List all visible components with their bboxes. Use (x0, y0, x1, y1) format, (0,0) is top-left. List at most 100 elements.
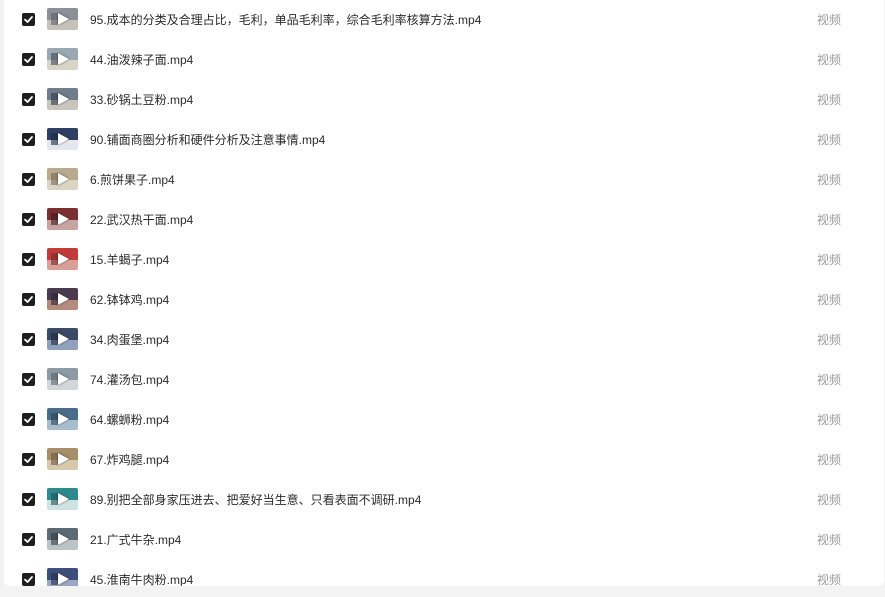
file-row[interactable]: 44.油泼辣子面.mp4 视频 (4, 40, 884, 80)
video-thumbnail[interactable] (47, 528, 78, 550)
checkmark-icon (24, 496, 33, 503)
play-icon (58, 293, 69, 305)
checkmark-icon (24, 416, 33, 423)
row-checkbox[interactable] (22, 373, 35, 386)
checkmark-icon (24, 536, 33, 543)
file-row[interactable]: 90.铺面商圈分析和硬件分析及注意事情.mp4 视频 (4, 120, 884, 160)
play-icon (58, 173, 69, 185)
file-name[interactable]: 6.煎饼果子.mp4 (90, 171, 175, 188)
file-row[interactable]: 95.成本的分类及合理占比，毛利，单品毛利率，综合毛利率核算方法.mp4 视频 (4, 0, 884, 40)
file-name[interactable]: 89.别把全部身家压进去、把爱好当生意、只看表面不调研.mp4 (90, 491, 421, 508)
file-type: 视频 (817, 373, 842, 387)
file-row[interactable]: 64.螺蛳粉.mp4 视频 (4, 400, 884, 440)
file-type: 视频 (817, 533, 842, 547)
file-row[interactable]: 15.羊蝎子.mp4 视频 (4, 240, 884, 280)
checkmark-icon (24, 576, 33, 583)
file-name[interactable]: 62.钵钵鸡.mp4 (90, 291, 169, 308)
video-thumbnail[interactable] (47, 88, 78, 110)
play-icon (58, 133, 69, 145)
play-icon (58, 333, 69, 345)
play-icon (58, 253, 69, 265)
checkmark-icon (24, 296, 33, 303)
row-checkbox[interactable] (22, 453, 35, 466)
file-row[interactable]: 45.淮南牛肉粉.mp4 视频 (4, 560, 884, 586)
video-thumbnail[interactable] (47, 168, 78, 190)
file-name[interactable]: 74.灌汤包.mp4 (90, 371, 169, 388)
video-thumbnail[interactable] (47, 368, 78, 390)
file-row[interactable]: 6.煎饼果子.mp4 视频 (4, 160, 884, 200)
file-row[interactable]: 89.别把全部身家压进去、把爱好当生意、只看表面不调研.mp4 视频 (4, 480, 884, 520)
checkmark-icon (24, 16, 33, 23)
file-name[interactable]: 44.油泼辣子面.mp4 (90, 51, 193, 68)
play-icon (58, 533, 69, 545)
file-name[interactable]: 21.广式牛杂.mp4 (90, 531, 181, 548)
row-checkbox[interactable] (22, 533, 35, 546)
row-checkbox[interactable] (22, 13, 35, 26)
row-checkbox[interactable] (22, 93, 35, 106)
file-name[interactable]: 95.成本的分类及合理占比，毛利，单品毛利率，综合毛利率核算方法.mp4 (90, 11, 481, 28)
file-type: 视频 (817, 133, 842, 147)
file-name[interactable]: 45.淮南牛肉粉.mp4 (90, 571, 193, 586)
checkmark-icon (24, 456, 33, 463)
play-icon (58, 453, 69, 465)
file-name[interactable]: 15.羊蝎子.mp4 (90, 251, 169, 268)
row-checkbox[interactable] (22, 333, 35, 346)
row-checkbox[interactable] (22, 213, 35, 226)
play-icon (58, 493, 69, 505)
file-type: 视频 (817, 453, 842, 467)
video-thumbnail[interactable] (47, 288, 78, 310)
file-type: 视频 (817, 53, 842, 67)
checkmark-icon (24, 376, 33, 383)
file-row[interactable]: 21.广式牛杂.mp4 视频 (4, 520, 884, 560)
video-thumbnail[interactable] (47, 488, 78, 510)
file-row[interactable]: 67.炸鸡腿.mp4 视频 (4, 440, 884, 480)
row-checkbox[interactable] (22, 253, 35, 266)
file-name[interactable]: 90.铺面商圈分析和硬件分析及注意事情.mp4 (90, 131, 325, 148)
file-name[interactable]: 67.炸鸡腿.mp4 (90, 451, 169, 468)
file-type: 视频 (817, 13, 842, 27)
checkmark-icon (24, 336, 33, 343)
video-thumbnail[interactable] (47, 8, 78, 30)
video-thumbnail[interactable] (47, 408, 78, 430)
row-checkbox[interactable] (22, 53, 35, 66)
file-list-panel: 95.成本的分类及合理占比，毛利，单品毛利率，综合毛利率核算方法.mp4 视频 … (4, 0, 884, 586)
file-type: 视频 (817, 213, 842, 227)
play-icon (58, 373, 69, 385)
row-checkbox[interactable] (22, 173, 35, 186)
file-type: 视频 (817, 573, 842, 586)
file-row[interactable]: 33.砂锅土豆粉.mp4 视频 (4, 80, 884, 120)
checkmark-icon (24, 96, 33, 103)
file-type: 视频 (817, 173, 842, 187)
video-thumbnail[interactable] (47, 248, 78, 270)
video-thumbnail[interactable] (47, 208, 78, 230)
video-thumbnail[interactable] (47, 328, 78, 350)
file-name[interactable]: 34.肉蛋堡.mp4 (90, 331, 169, 348)
video-thumbnail[interactable] (47, 568, 78, 586)
play-icon (58, 213, 69, 225)
row-checkbox[interactable] (22, 493, 35, 506)
video-thumbnail[interactable] (47, 128, 78, 150)
play-icon (58, 93, 69, 105)
video-thumbnail[interactable] (47, 48, 78, 70)
row-checkbox[interactable] (22, 573, 35, 586)
file-name[interactable]: 33.砂锅土豆粉.mp4 (90, 91, 193, 108)
row-checkbox[interactable] (22, 413, 35, 426)
checkmark-icon (24, 176, 33, 183)
row-checkbox[interactable] (22, 133, 35, 146)
checkmark-icon (24, 216, 33, 223)
file-row[interactable]: 74.灌汤包.mp4 视频 (4, 360, 884, 400)
file-type: 视频 (817, 333, 842, 347)
checkmark-icon (24, 136, 33, 143)
file-type: 视频 (817, 413, 842, 427)
checkmark-icon (24, 256, 33, 263)
file-name[interactable]: 64.螺蛳粉.mp4 (90, 411, 169, 428)
play-icon (58, 53, 69, 65)
file-row[interactable]: 62.钵钵鸡.mp4 视频 (4, 280, 884, 320)
file-name[interactable]: 22.武汉热干面.mp4 (90, 211, 193, 228)
row-checkbox[interactable] (22, 293, 35, 306)
play-icon (58, 13, 69, 25)
file-row[interactable]: 34.肉蛋堡.mp4 视频 (4, 320, 884, 360)
video-thumbnail[interactable] (47, 448, 78, 470)
file-type: 视频 (817, 93, 842, 107)
file-row[interactable]: 22.武汉热干面.mp4 视频 (4, 200, 884, 240)
